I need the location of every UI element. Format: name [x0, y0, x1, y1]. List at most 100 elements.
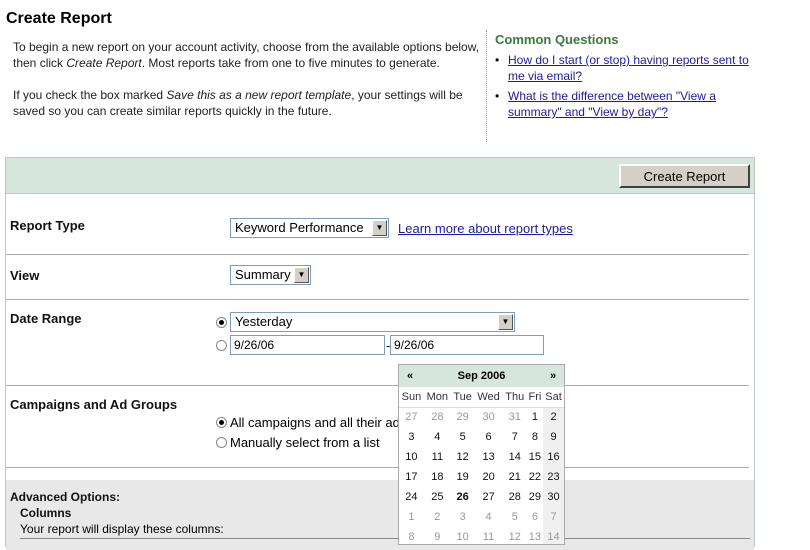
calendar-day[interactable]: 10	[399, 447, 424, 467]
faq-link-email-reports[interactable]: How do I start (or stop) having reports …	[508, 53, 749, 83]
calendar-day[interactable]: 3	[399, 427, 424, 447]
view-select[interactable]: Summary ▼	[230, 265, 311, 285]
divider	[6, 254, 749, 255]
intro-text: To begin a new report on your account ac…	[13, 39, 481, 135]
calendar-day[interactable]: 1	[399, 507, 424, 527]
calendar-day[interactable]: 18	[424, 467, 451, 487]
calendar-day[interactable]: 27	[399, 407, 424, 427]
calendar-day[interactable]: 9	[424, 527, 451, 544]
calendar-day[interactable]: 14	[503, 447, 527, 467]
calendar-day[interactable]: 2	[543, 407, 564, 427]
columns-table	[20, 538, 750, 548]
calendar-day[interactable]: 23	[543, 467, 564, 487]
calendar-day[interactable]: 11	[424, 447, 451, 467]
calendar-day[interactable]: 29	[451, 407, 474, 427]
weekday: Mon	[423, 387, 451, 408]
date-range-label: Date Range	[10, 311, 82, 326]
create-report-button[interactable]: Create Report	[619, 164, 750, 188]
calendar-day[interactable]: 13	[527, 527, 543, 544]
calendar-day[interactable]: 1	[527, 407, 543, 427]
calendar-day[interactable]: 24	[399, 487, 424, 507]
faq-link-summary-vs-day[interactable]: What is the difference between "View a s…	[508, 89, 716, 119]
view-label: View	[10, 268, 40, 283]
dropdown-arrow-icon: ▼	[498, 314, 513, 330]
learn-more-report-types-link[interactable]: Learn more about report types	[398, 221, 573, 236]
weekday: Tue	[450, 387, 475, 408]
date-custom-radio[interactable]	[216, 340, 227, 351]
calendar-day[interactable]: 12	[503, 527, 527, 544]
calendar-day[interactable]: 4	[424, 427, 451, 447]
calendar-weekday-row: Sun Mon Tue Wed Thu Fri Sat	[399, 387, 564, 408]
calendar-week-row: 8 9 10 11 12 13 14	[399, 527, 564, 544]
calendar-day[interactable]: 30	[474, 407, 502, 427]
advanced-options-section: Advanced Options: Columns Your report wi…	[6, 480, 754, 550]
columns-description: Your report will display these columns:	[20, 522, 224, 536]
calendar-day[interactable]: 7	[503, 427, 527, 447]
report-type-select[interactable]: Keyword Performance ▼	[230, 218, 389, 238]
common-questions-title: Common Questions	[495, 32, 619, 47]
calendar-day[interactable]: 27	[474, 487, 502, 507]
calendar-day[interactable]: 7	[543, 507, 564, 527]
calendar-day[interactable]: 29	[527, 487, 543, 507]
date-from-input[interactable]: 9/26/06	[230, 335, 385, 355]
calendar-prev-month[interactable]: «	[402, 365, 418, 387]
calendar-day[interactable]: 30	[543, 487, 564, 507]
calendar-day[interactable]: 21	[503, 467, 527, 487]
calendar-day[interactable]: 12	[451, 447, 474, 467]
calendar-grid: Sun Mon Tue Wed Thu Fri Sat 27 28 29 30 31 1 2…	[399, 387, 564, 544]
calendar-day[interactable]: 13	[474, 447, 502, 467]
calendar-day[interactable]: 22	[527, 467, 543, 487]
date-preset-radio[interactable]	[216, 317, 227, 328]
calendar-day[interactable]: 8	[527, 427, 543, 447]
calendar-day[interactable]: 28	[503, 487, 527, 507]
intro-paragraph-2: If you check the box marked Save this as…	[13, 87, 481, 119]
divider	[6, 299, 749, 300]
calendar-day[interactable]: 9	[543, 427, 564, 447]
calendar-week-row: 1234567	[399, 507, 564, 527]
calendar-day[interactable]: 11	[474, 527, 502, 544]
calendar-day[interactable]: 2	[424, 507, 451, 527]
date-preset-select[interactable]: Yesterday ▼	[230, 312, 515, 332]
calendar-day[interactable]: 10	[451, 527, 474, 544]
bullet-icon: •	[495, 53, 500, 67]
calendar-day[interactable]: 5	[451, 427, 474, 447]
calendar-day[interactable]: 14	[543, 527, 564, 544]
weekday: Sat	[543, 387, 564, 408]
all-campaigns-label: All campaigns and all their ad	[230, 415, 400, 430]
calendar-day[interactable]: 16	[543, 447, 564, 467]
calendar-day[interactable]: 8	[399, 527, 424, 544]
date-to-input[interactable]: 9/26/06	[390, 335, 544, 355]
calendar-day[interactable]: 17	[399, 467, 424, 487]
calendar-day[interactable]: 5	[503, 507, 527, 527]
weekday: Fri	[526, 387, 544, 408]
calendar-day[interactable]: 6	[527, 507, 543, 527]
calendar-day[interactable]: 15	[527, 447, 543, 467]
calendar-day[interactable]: 19	[451, 467, 474, 487]
calendar-next-month[interactable]: »	[545, 365, 561, 387]
common-questions: Common Questions • How do I start (or st…	[486, 30, 766, 142]
weekday: Thu	[502, 387, 527, 408]
calendar-day[interactable]: 3	[451, 507, 474, 527]
manual-select-radio[interactable]	[216, 437, 227, 448]
calendar-day[interactable]: 20	[474, 467, 502, 487]
calendar-day[interactable]: 25	[424, 487, 451, 507]
calendar-day[interactable]: 28	[424, 407, 451, 427]
columns-label: Columns	[20, 506, 72, 520]
calendar-header: « Sep 2006 »	[399, 365, 564, 387]
calendar-day[interactable]: 6	[474, 427, 502, 447]
all-campaigns-radio[interactable]	[216, 417, 227, 428]
faq-item: • What is the difference between "View a…	[495, 88, 766, 120]
calendar-week-row: 10 11 12 13 14 15 16	[399, 447, 564, 467]
intro-emphasis: Create Report	[66, 56, 142, 70]
panel-header: Create Report	[6, 158, 754, 194]
campaigns-label: Campaigns and Ad Groups	[10, 397, 178, 412]
dropdown-arrow-icon: ▼	[372, 220, 387, 236]
divider	[6, 467, 749, 468]
calendar-day[interactable]: 4	[474, 507, 502, 527]
calendar-day[interactable]: 26	[451, 487, 474, 507]
calendar-day[interactable]: 31	[503, 407, 527, 427]
intro-text-part: . Most reports take from one to five min…	[141, 56, 440, 70]
divider	[6, 385, 749, 386]
advanced-options-label: Advanced Options:	[10, 490, 121, 504]
report-form-panel: Create Report Report Type Keyword Perfor…	[5, 157, 755, 550]
